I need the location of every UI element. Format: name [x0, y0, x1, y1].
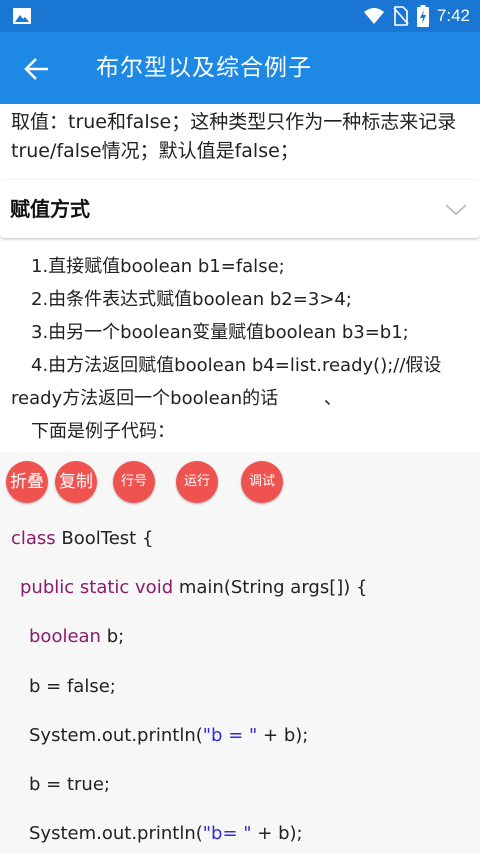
status-bar: 7:42 — [0, 0, 480, 32]
section-content: 1.直接赋值boolean b1=false; 2.由条件表达式赋值boolea… — [11, 250, 473, 448]
status-time: 7:42 — [436, 6, 470, 25]
page-title: 布尔型以及综合例子 — [96, 55, 312, 81]
code-keyword: public static void — [20, 577, 174, 599]
image-icon — [13, 8, 31, 24]
code-text: class BoolTest { public static void main… — [11, 514, 367, 858]
code-line: System.out.println("b = " + b); — [11, 711, 367, 760]
code-text-span: + b); — [251, 823, 303, 845]
code-text-span: + b); — [257, 724, 309, 746]
line-number-button[interactable]: 行号 — [113, 461, 155, 503]
fold-button[interactable]: 折叠 — [6, 461, 48, 503]
code-line: b = true; — [11, 760, 367, 809]
run-button[interactable]: 运行 — [176, 461, 218, 503]
code-string: "b = " — [202, 724, 258, 746]
content-line: 1.直接赋值boolean b1=false; — [31, 256, 285, 277]
intro-line: true/false情况；默认值是false； — [11, 140, 299, 162]
app-bar: 布尔型以及综合例子 — [0, 32, 480, 104]
section-header[interactable]: 赋值方式 — [0, 180, 480, 238]
section-title: 赋值方式 — [10, 197, 90, 221]
code-string: "b= " — [202, 823, 252, 845]
debug-button[interactable]: 调试 — [241, 461, 283, 503]
code-line: System.out.println("b= " + b); — [11, 809, 367, 858]
code-text-span: main(String args[]) { — [173, 577, 368, 599]
battery-charging-icon — [416, 5, 429, 27]
content-line: ready方法返回一个boolean的话 、 — [11, 388, 342, 409]
content-line: 4.由方法返回赋值boolean b4=list.ready();//假设 — [31, 355, 442, 376]
intro-line: 取值：true和false；这种类型只作为一种标志来记录 — [11, 111, 457, 133]
arrow-back-icon[interactable] — [22, 54, 52, 84]
code-keyword: class — [11, 528, 56, 549]
content-line: 3.由另一个boolean变量赋值boolean b3=b1; — [31, 322, 409, 343]
code-line: b = false; — [11, 662, 367, 711]
chevron-down-icon[interactable] — [444, 198, 468, 222]
code-keyword: boolean — [29, 626, 101, 648]
code-text-span: BoolTest { — [55, 528, 154, 549]
code-text-span: b = false; — [29, 675, 116, 697]
code-line: public static void main(String args[]) { — [11, 563, 367, 612]
code-text-span: System.out.println( — [29, 823, 203, 845]
content-line: 下面是例子代码： — [31, 421, 175, 442]
wifi-icon — [363, 8, 384, 24]
code-line: class BoolTest { — [11, 514, 367, 563]
intro-text: 取值：true和false；这种类型只作为一种标志来记录 true/false情… — [11, 108, 473, 166]
copy-button[interactable]: 复制 — [55, 461, 97, 503]
code-text-span: System.out.println( — [29, 724, 203, 746]
code-text-span: b; — [100, 626, 125, 648]
code-text-span: b = true; — [29, 773, 110, 795]
no-sim-icon — [393, 6, 409, 26]
content-line: 2.由条件表达式赋值boolean b2=3>4; — [31, 289, 352, 310]
code-line: boolean b; — [11, 612, 367, 661]
